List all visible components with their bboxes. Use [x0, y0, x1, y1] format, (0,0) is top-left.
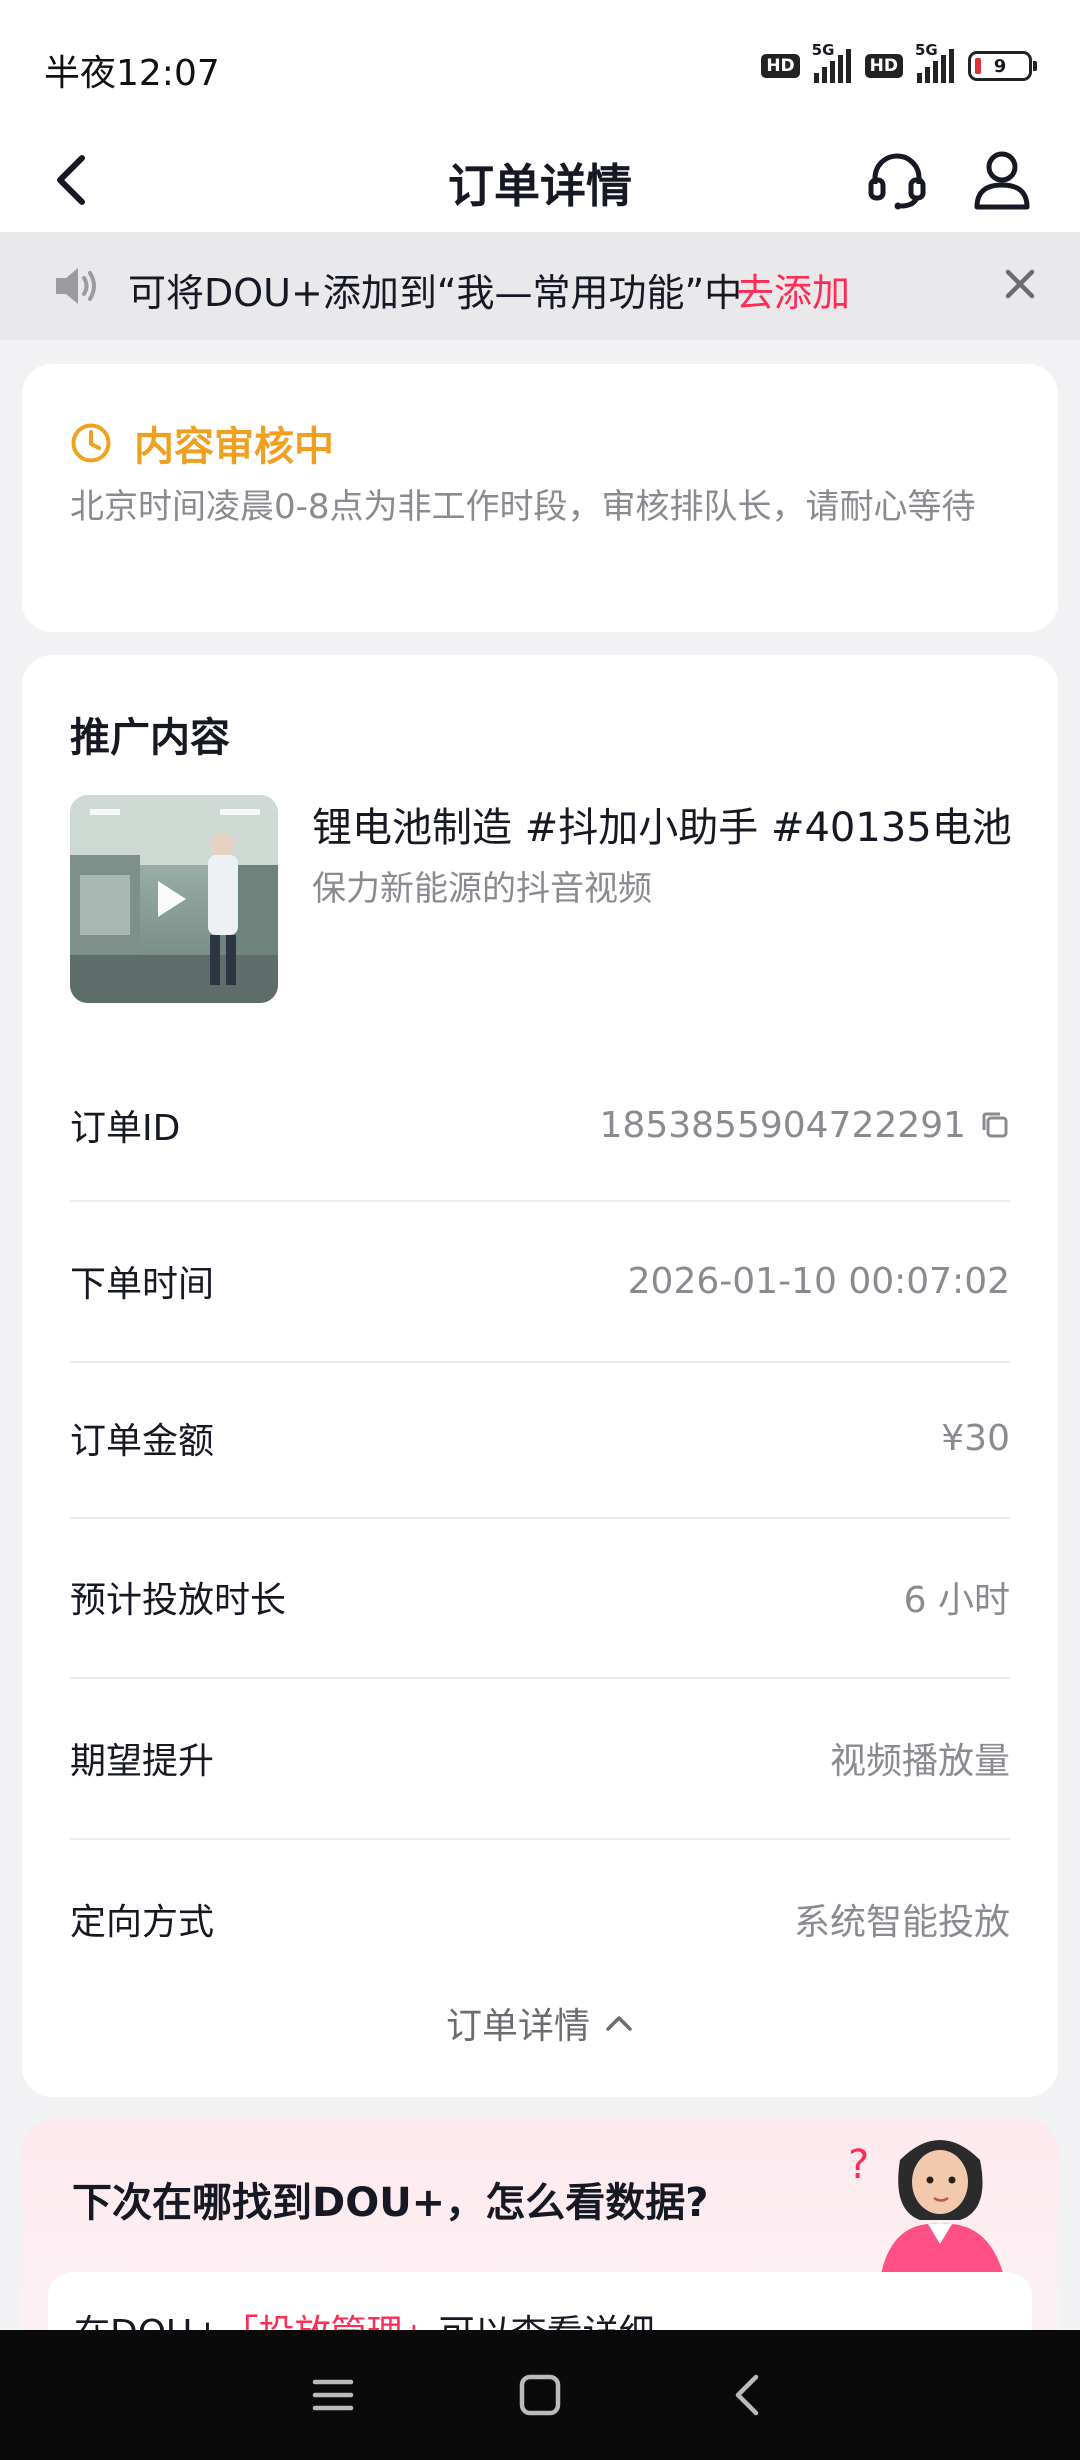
order-info-card: 推广内容 锂电池制造 #抖加小助手 #40135电池 保力新能源的抖音视频 订单… — [22, 655, 1058, 2097]
row-divider — [70, 1838, 1010, 1840]
goal-value: 视频播放量 — [829, 1741, 1010, 1782]
duration-value: 6 小时 — [903, 1580, 1010, 1621]
review-status-description: 北京时间凌晨0-8点为非工作时段，审核排队长，请耐心等待 — [70, 487, 976, 527]
goal-label: 期望提升 — [70, 1741, 215, 1782]
row-divider — [70, 1200, 1010, 1202]
copy-icon[interactable] — [980, 1110, 1010, 1140]
svg-text:?: ? — [848, 2142, 869, 2188]
review-status-card: 内容审核中 北京时间凌晨0-8点为非工作时段，审核排队长，请耐心等待 — [22, 364, 1058, 632]
add-shortcut-link[interactable]: 去添加 — [736, 262, 850, 317]
order-amount-label: 订单金额 — [70, 1421, 215, 1462]
network-label: 5G — [811, 41, 835, 59]
user-icon — [974, 151, 1030, 210]
order-details-toggle-label: 订单详情 — [445, 2006, 590, 2047]
order-row-goal: 期望提升 视频播放量 — [70, 1708, 1010, 1808]
order-row-duration: 预计投放时长 6 小时 — [70, 1547, 1010, 1647]
home-nav-button[interactable] — [510, 2365, 570, 2425]
help-title: 下次在哪找到DOU+，怎么看数据? — [72, 2180, 709, 2226]
order-row-id: 订单ID 1853855904722291 — [70, 1075, 1010, 1175]
menu-nav-button[interactable] — [303, 2365, 363, 2425]
profile-button[interactable] — [970, 138, 1034, 222]
order-time-value: 2026-01-10 00:07:02 — [627, 1260, 1010, 1302]
notice-text: 可将DOU+添加到“我—常用功能”中 — [128, 271, 743, 315]
video-author: 保力新能源的抖音视频 — [312, 869, 652, 909]
speaker-icon — [56, 268, 96, 304]
row-divider — [70, 1361, 1010, 1363]
status-indicators: HD 5G HD 5G 9 — [761, 41, 1037, 86]
battery-level: 9 — [993, 55, 1007, 77]
targeting-label: 定向方式 — [70, 1902, 215, 1943]
headset-icon — [868, 153, 926, 210]
order-row-amount: 订单金额 ¥30 — [70, 1388, 1010, 1488]
hd-badge-2: HD — [864, 54, 903, 78]
video-thumbnail[interactable] — [70, 795, 278, 1003]
notice-bar: 可将DOU+添加到“我—常用功能”中 去添加 — [0, 232, 1080, 340]
order-id-label: 订单ID — [70, 1108, 181, 1149]
signal-icon: 5G — [812, 41, 851, 83]
chevron-up-icon — [606, 2016, 632, 2031]
system-nav-bar — [0, 2330, 1080, 2460]
menu-icon — [313, 2379, 354, 2411]
order-row-time: 下单时间 2026-01-10 00:07:02 — [70, 1231, 1010, 1331]
clock-icon — [71, 423, 111, 463]
promo-section-title: 推广内容 — [70, 715, 230, 761]
order-amount-value: ¥30 — [941, 1417, 1010, 1459]
customer-service-button[interactable] — [862, 138, 932, 222]
back-triangle-icon — [735, 2374, 758, 2416]
video-title[interactable]: 锂电池制造 #抖加小助手 #40135电池 — [312, 795, 1032, 853]
nav-bar: 订单详情 — [0, 128, 1080, 232]
close-icon[interactable] — [1000, 264, 1040, 304]
hd-badge: HD — [761, 54, 800, 78]
row-divider — [70, 1677, 1010, 1679]
network-label-2: 5G — [915, 41, 938, 59]
status-bar: 半夜12:07 HD 5G HD 5G 9 — [0, 0, 1080, 128]
duration-label: 预计投放时长 — [70, 1580, 287, 1621]
targeting-value: 系统智能投放 — [793, 1902, 1010, 1943]
signal-icon-2: 5G — [915, 41, 954, 83]
order-time-label: 下单时间 — [70, 1264, 215, 1305]
order-details-toggle[interactable]: 订单详情 — [22, 1997, 1058, 2049]
status-time: 半夜12:07 — [44, 53, 220, 94]
back-nav-button[interactable] — [717, 2365, 777, 2425]
review-status-header: 内容审核中 — [70, 414, 334, 472]
assistant-avatar: ? — [848, 2140, 1005, 2280]
review-status-title: 内容审核中 — [134, 424, 334, 470]
battery-icon: 9 — [968, 51, 1037, 81]
thumbnail-scene — [70, 795, 278, 1003]
order-id-value-group: 1853855904722291 — [600, 1105, 1010, 1146]
order-id-value: 1853855904722291 — [599, 1104, 966, 1146]
row-divider — [70, 1517, 1010, 1519]
home-square-icon — [519, 2374, 561, 2416]
order-row-targeting: 定向方式 系统智能投放 — [70, 1869, 1010, 1969]
